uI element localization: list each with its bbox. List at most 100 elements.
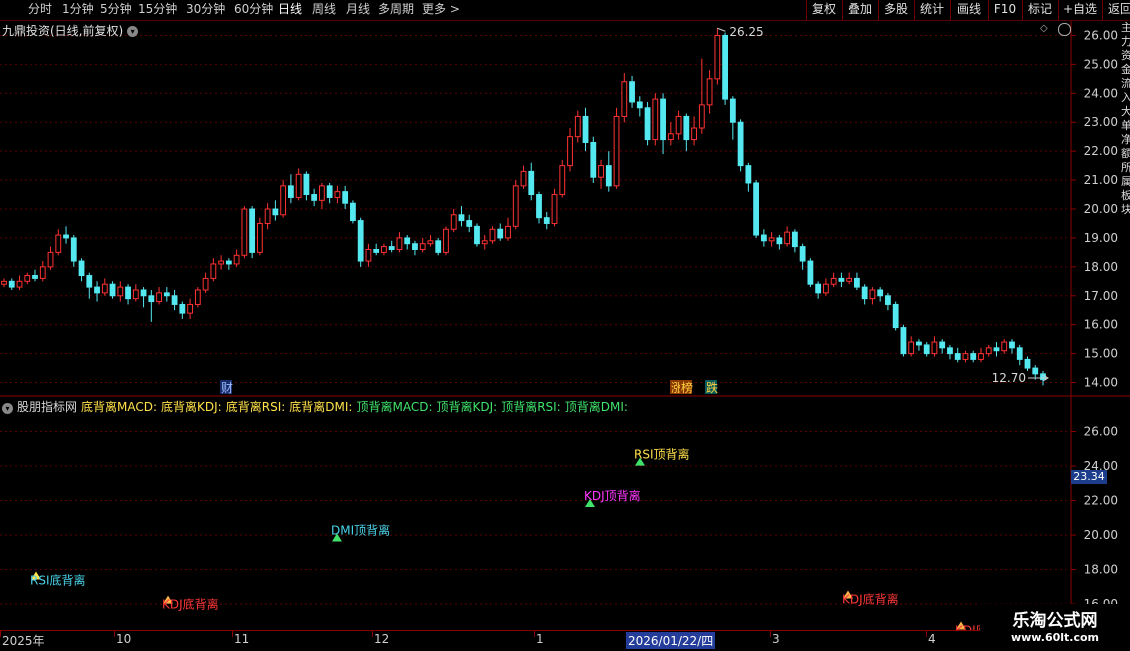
candle[interactable] xyxy=(698,104,705,129)
candle[interactable] xyxy=(435,240,442,253)
candle[interactable] xyxy=(194,289,201,305)
candle[interactable] xyxy=(334,191,341,198)
candle[interactable] xyxy=(815,283,822,294)
toolbar-button-3[interactable]: 统计 xyxy=(914,0,949,20)
candle[interactable] xyxy=(458,214,465,222)
price-chart[interactable]: 26.00 25.00 24.00 23.00 22.00 21.00 20.00 19.00… xyxy=(0,21,1130,397)
event-marker[interactable]: 榜 xyxy=(681,380,693,395)
toolbar-button-8[interactable]: 返回 xyxy=(1102,0,1130,20)
candle[interactable] xyxy=(1024,358,1031,369)
candle[interactable] xyxy=(978,353,984,360)
candle[interactable] xyxy=(722,34,729,100)
candle[interactable] xyxy=(32,275,38,279)
candle[interactable] xyxy=(908,341,915,355)
candle[interactable] xyxy=(24,275,31,282)
candle[interactable] xyxy=(559,165,566,196)
period-2[interactable]: 5分钟 xyxy=(100,0,132,20)
candle[interactable] xyxy=(683,115,690,141)
candle[interactable] xyxy=(753,182,760,236)
candle[interactable] xyxy=(427,240,434,245)
candle[interactable] xyxy=(412,243,418,250)
candle[interactable] xyxy=(1016,347,1023,360)
candle[interactable] xyxy=(249,208,256,253)
candle[interactable] xyxy=(691,127,697,141)
candle[interactable] xyxy=(900,327,907,355)
candle[interactable] xyxy=(706,78,713,106)
candle[interactable] xyxy=(737,121,744,167)
period-9[interactable]: 多周期 xyxy=(378,0,414,20)
candle[interactable] xyxy=(962,353,969,360)
candle[interactable] xyxy=(536,194,542,219)
candle[interactable] xyxy=(582,115,589,143)
candle[interactable] xyxy=(830,277,837,285)
period-7[interactable]: 周线 xyxy=(312,0,336,20)
candle[interactable] xyxy=(466,220,473,227)
candle[interactable] xyxy=(861,286,868,300)
candle[interactable] xyxy=(140,289,147,297)
candle[interactable] xyxy=(1040,373,1046,381)
candle[interactable] xyxy=(443,228,449,253)
candle[interactable] xyxy=(784,231,791,245)
candle[interactable] xyxy=(295,173,302,198)
candle[interactable] xyxy=(745,165,752,184)
candle[interactable] xyxy=(70,237,77,262)
candle[interactable] xyxy=(419,243,426,250)
candle[interactable] xyxy=(256,222,263,253)
candle[interactable] xyxy=(404,237,411,245)
candle[interactable] xyxy=(528,170,535,196)
candle[interactable] xyxy=(520,170,527,187)
candle[interactable] xyxy=(667,133,674,141)
candle[interactable] xyxy=(163,292,170,297)
candle[interactable] xyxy=(629,81,635,103)
candle[interactable] xyxy=(621,81,628,117)
candle[interactable] xyxy=(326,185,333,198)
candle[interactable] xyxy=(264,208,271,224)
candle[interactable] xyxy=(47,251,54,268)
candle[interactable] xyxy=(109,283,116,297)
candle[interactable] xyxy=(481,240,488,245)
candle[interactable] xyxy=(132,289,139,300)
period-6[interactable]: 日线 xyxy=(278,0,302,20)
candle[interactable] xyxy=(171,295,178,305)
candle[interactable] xyxy=(101,283,108,294)
candle[interactable] xyxy=(985,347,992,355)
candle[interactable] xyxy=(318,185,325,201)
period-4[interactable]: 30分钟 xyxy=(186,0,225,20)
candle[interactable] xyxy=(892,303,899,329)
candle[interactable] xyxy=(869,289,876,300)
candle[interactable] xyxy=(660,98,666,141)
candle[interactable] xyxy=(613,115,620,187)
candle[interactable] xyxy=(947,347,953,355)
period-3[interactable]: 15分钟 xyxy=(138,0,177,20)
candle[interactable] xyxy=(776,237,783,245)
candle[interactable] xyxy=(350,202,356,222)
candle[interactable] xyxy=(931,341,938,355)
candle[interactable] xyxy=(652,98,659,141)
event-marker[interactable]: 财 xyxy=(221,381,233,395)
candle[interactable] xyxy=(497,228,504,239)
candle[interactable] xyxy=(474,225,480,245)
candle[interactable] xyxy=(233,254,240,265)
candle[interactable] xyxy=(8,280,15,288)
candle[interactable] xyxy=(94,286,100,294)
candle[interactable] xyxy=(590,141,597,178)
candle[interactable] xyxy=(225,260,232,265)
toolbar-button-2[interactable]: 多股 xyxy=(878,0,913,20)
candle[interactable] xyxy=(675,115,682,135)
candle[interactable] xyxy=(551,194,558,224)
candle[interactable] xyxy=(148,295,155,303)
toolbar-button-7[interactable]: +自选 xyxy=(1058,0,1101,20)
candle[interactable] xyxy=(1009,341,1015,349)
candle[interactable] xyxy=(854,277,860,288)
event-marker[interactable]: 跌 xyxy=(706,380,718,395)
chevron-down-icon[interactable]: ▾ xyxy=(127,26,139,37)
candle[interactable] xyxy=(807,260,814,285)
candle[interactable] xyxy=(357,220,364,262)
candle[interactable] xyxy=(287,185,294,198)
candle[interactable] xyxy=(729,98,736,123)
period-0[interactable]: 分时 xyxy=(28,0,52,20)
candle[interactable] xyxy=(1,280,7,285)
toolbar-button-0[interactable]: 复权 xyxy=(806,0,841,20)
candle[interactable] xyxy=(768,237,775,242)
candle[interactable] xyxy=(838,277,845,282)
